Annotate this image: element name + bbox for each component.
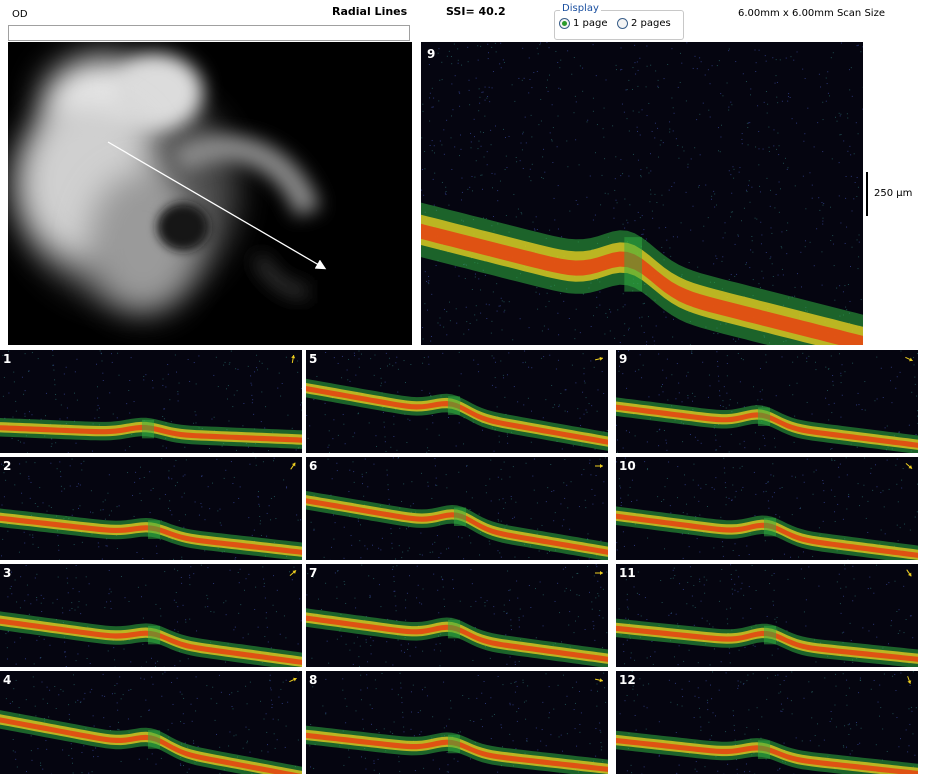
bscan-thumbnail-10[interactable]: 10: [616, 457, 918, 560]
scan-type-title: Radial Lines: [332, 5, 408, 18]
scale-bar: [866, 172, 868, 216]
bscan-thumbnail-picture: [306, 350, 608, 453]
bscan-thumbnail-6[interactable]: 6: [306, 457, 608, 560]
main-bscan-number: 9: [427, 47, 436, 61]
main-bscan-picture: [421, 42, 863, 345]
fundus-image[interactable]: [8, 42, 412, 345]
scan-direction-arrow-icon: [289, 677, 297, 683]
scan-direction-arrow-icon: [905, 356, 913, 362]
scan-direction-arrow-icon: [595, 571, 603, 575]
bscan-thumbnail-11[interactable]: 11: [616, 564, 918, 667]
scan-direction-arrow-icon: [290, 462, 296, 470]
one-page-label: 1 page: [573, 18, 608, 29]
bscan-thumbnail-3[interactable]: 3: [0, 564, 302, 667]
radio-unselected-icon: [617, 18, 628, 29]
scale-bar-label: 250 µm: [874, 188, 913, 199]
fundus-picture: [8, 42, 412, 345]
bscan-thumbnail-picture: [0, 350, 302, 453]
thumbnail-number: 6: [309, 459, 318, 473]
thumbnail-number: 4: [3, 673, 12, 687]
bscan-thumbnail-7[interactable]: 7: [306, 564, 608, 667]
bscan-thumbnail-picture: [0, 671, 302, 774]
two-pages-radio[interactable]: 2 pages: [617, 18, 671, 29]
thumbnail-number: 7: [309, 566, 318, 580]
bscan-thumbnail-picture: [616, 350, 918, 453]
thumbnail-number: 10: [619, 459, 636, 473]
main-bscan-image[interactable]: 9: [421, 42, 863, 345]
bscan-thumbnail-2[interactable]: 2: [0, 457, 302, 560]
bscan-thumbnail-9[interactable]: 9: [616, 350, 918, 453]
thumbnail-number: 5: [309, 352, 318, 366]
scan-direction-arrow-icon: [594, 356, 604, 361]
signal-strength-index: SSI= 40.2: [446, 5, 506, 18]
scan-direction-arrow-icon: [905, 463, 913, 469]
fundus-title-bar: [8, 25, 410, 41]
thumbnail-number: 3: [3, 566, 12, 580]
bscan-thumbnail-8[interactable]: 8: [306, 671, 608, 774]
scan-direction-arrow-icon: [594, 678, 604, 683]
scan-direction-arrow-icon: [291, 354, 296, 364]
scan-direction-arrow-icon: [907, 676, 912, 684]
bscan-thumbnail-4[interactable]: 4: [0, 671, 302, 774]
bscan-thumbnail-picture: [306, 457, 608, 560]
bscan-thumbnail-picture: [616, 564, 918, 667]
display-options-group: Display 1 page 2 pages: [554, 3, 684, 40]
bscan-thumbnail-picture: [0, 457, 302, 560]
bscan-thumbnail-picture: [306, 672, 608, 774]
eye-label: OD: [12, 9, 28, 20]
scan-size-label: 6.00mm x 6.00mm Scan Size: [738, 8, 885, 19]
scan-direction-arrow-icon: [289, 570, 297, 576]
thumbnail-number: 2: [3, 459, 12, 473]
scan-direction-arrow-icon: [595, 464, 603, 468]
bscan-thumbnail-1[interactable]: 1: [0, 350, 302, 453]
bscan-thumbnail-picture: [0, 564, 302, 667]
bscan-thumbnail-5[interactable]: 5: [306, 350, 608, 453]
bscan-thumbnail-picture: [616, 457, 918, 560]
one-page-radio[interactable]: 1 page: [559, 18, 608, 29]
scan-direction-arrow-icon: [906, 569, 912, 577]
bscan-thumbnail-picture: [616, 671, 918, 774]
display-legend: Display: [560, 3, 601, 14]
thumbnail-number: 8: [309, 673, 318, 687]
thumbnail-number: 12: [619, 673, 636, 687]
bscan-thumbnail-12[interactable]: 12: [616, 671, 918, 774]
radio-selected-icon: [559, 18, 570, 29]
two-pages-label: 2 pages: [631, 18, 671, 29]
thumbnail-number: 1: [3, 352, 12, 366]
bscan-thumbnail-picture: [306, 564, 608, 667]
thumbnail-number: 9: [619, 352, 628, 366]
thumbnail-number: 11: [619, 566, 636, 580]
